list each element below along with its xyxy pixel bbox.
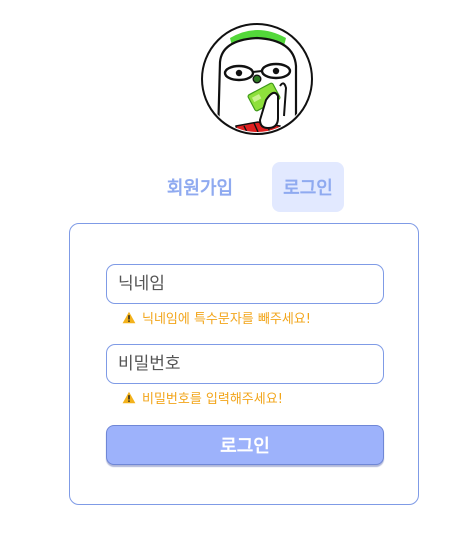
nickname-input[interactable] [106, 264, 384, 304]
warning-icon [122, 311, 136, 324]
nickname-error-text: 닉네임에 특수문자를 빼주세요! [142, 311, 311, 327]
password-error-text: 비밀번호를 입력해주세요! [142, 391, 283, 407]
login-button[interactable]: 로그인 [106, 425, 384, 465]
tab-signup[interactable]: 회원가입 [158, 162, 242, 212]
tab-login[interactable]: 로그인 [272, 162, 344, 212]
auth-tabs: 회원가입 로그인 [0, 162, 472, 212]
login-form: 닉네임에 특수문자를 빼주세요! 비밀번호를 입력해주세요! 로그인 [69, 223, 419, 505]
character-avatar-icon [201, 23, 313, 135]
password-input[interactable] [106, 344, 384, 384]
password-error-message: 비밀번호를 입력해주세요! [122, 388, 283, 407]
avatar [200, 22, 314, 136]
nickname-error-message: 닉네임에 특수문자를 빼주세요! [122, 308, 311, 327]
warning-icon [122, 391, 136, 404]
